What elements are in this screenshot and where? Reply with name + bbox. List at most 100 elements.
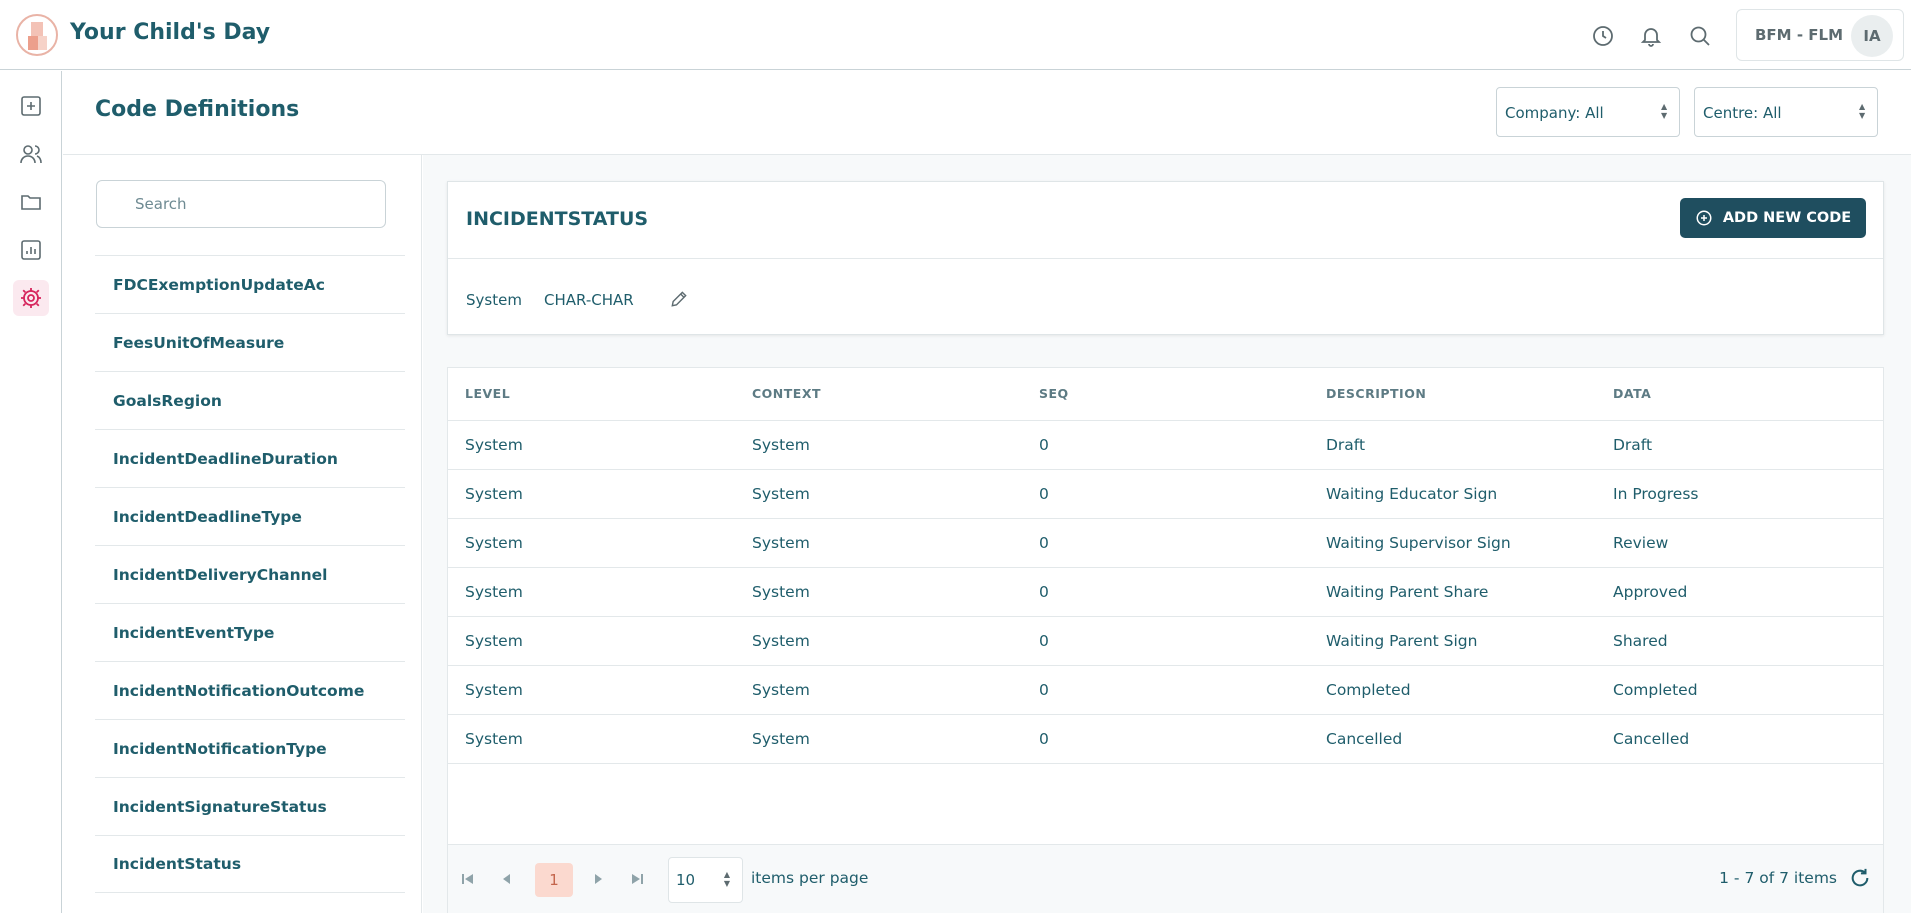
table-row[interactable]: System System 0 Cancelled Cancelled	[448, 714, 1883, 764]
user-menu[interactable]: BFM - FLM IA	[1736, 9, 1904, 61]
centre-filter-value: Centre: All	[1703, 104, 1782, 122]
first-page-icon[interactable]	[456, 867, 480, 891]
plus-circle-icon	[1696, 210, 1712, 226]
page-title: Code Definitions	[95, 97, 300, 122]
table-cell: Waiting Supervisor Sign	[1309, 518, 1596, 568]
code-detail-card: INCIDENTSTATUS ADD NEW CODE System CHAR-…	[447, 181, 1884, 335]
table-cell: Waiting Parent Sign	[1309, 616, 1596, 666]
table-cell: 0	[1022, 714, 1309, 764]
company-filter-select[interactable]: Company: All ▲ ▼	[1496, 87, 1680, 137]
table-cell: Waiting Parent Share	[1309, 567, 1596, 617]
table-row[interactable]: System System 0 Waiting Parent Share Approve…	[448, 567, 1883, 617]
table-cell: Cancelled	[1309, 714, 1596, 764]
table-cell: System	[448, 469, 735, 519]
code-values-table: LEVEL CONTEXT SEQ DESCRIPTION DATA Syste…	[447, 367, 1884, 913]
code-list-item[interactable]: IncidentNotificationType	[95, 719, 405, 777]
page-header: Code Definitions Company: All ▲ ▼ Centre:…	[63, 71, 1911, 155]
add-new-code-label: ADD NEW CODE	[1722, 210, 1852, 226]
clock-icon[interactable]	[1589, 22, 1617, 50]
code-list-item[interactable]: IncidentDeadlineDuration	[95, 429, 405, 487]
table-cell: Review	[1596, 518, 1883, 568]
pencil-edit-icon[interactable]	[668, 288, 690, 310]
table-cell: System	[735, 469, 1022, 519]
search-icon[interactable]	[1686, 22, 1714, 50]
select-arrows-icon: ▲ ▼	[1859, 102, 1866, 120]
code-search-input[interactable]	[96, 180, 386, 228]
company-filter-value: Company: All	[1505, 104, 1604, 122]
code-list: FDCExemptionUpdateAc FeesUnitOfMeasure Goa…	[95, 255, 405, 893]
column-header[interactable]: DESCRIPTION	[1309, 368, 1596, 421]
table-cell: Draft	[1309, 420, 1596, 470]
add-square-icon[interactable]	[13, 88, 49, 124]
last-page-icon[interactable]	[625, 867, 649, 891]
code-list-item[interactable]: IncidentDeadlineType	[95, 487, 405, 545]
table-cell: Completed	[1596, 665, 1883, 715]
table-cell: System	[735, 420, 1022, 470]
table-cell: System	[448, 567, 735, 617]
previous-page-icon[interactable]	[495, 867, 519, 891]
refresh-icon[interactable]	[1847, 865, 1873, 891]
current-page[interactable]: 1	[535, 863, 573, 897]
app-logo[interactable]	[16, 14, 58, 56]
table-row[interactable]: System System 0 Waiting Parent Sign Shared	[448, 616, 1883, 666]
table-cell: System	[448, 714, 735, 764]
table-cell: 0	[1022, 567, 1309, 617]
table-body: System System 0 Draft Draft System System 0 Wait…	[448, 420, 1883, 764]
table-row[interactable]: System System 0 Waiting Educator Sign In Pro…	[448, 469, 1883, 519]
column-header[interactable]: SEQ	[1022, 368, 1309, 421]
add-new-code-button[interactable]: ADD NEW CODE	[1680, 198, 1866, 238]
table-cell: 0	[1022, 420, 1309, 470]
code-title: INCIDENTSTATUS	[466, 208, 649, 230]
table-cell: System	[448, 665, 735, 715]
table-cell: Approved	[1596, 567, 1883, 617]
select-arrows-icon: ▲ ▼	[723, 870, 730, 888]
code-list-panel: FDCExemptionUpdateAcFeesUnitOfMeasureGoa…	[63, 155, 422, 913]
page-size-select[interactable]: 10 ▲ ▼	[668, 857, 743, 903]
table-cell: 0	[1022, 469, 1309, 519]
code-list-item[interactable]: IncidentNotificationOutcome	[95, 661, 405, 719]
table-cell: System	[735, 665, 1022, 715]
page-size-value: 10	[676, 871, 696, 889]
main-content: INCIDENTSTATUS ADD NEW CODE System CHAR-…	[423, 155, 1911, 913]
code-list-item[interactable]: IncidentSignatureStatus	[95, 777, 405, 835]
column-header[interactable]: CONTEXT	[735, 368, 1022, 421]
code-list-item[interactable]: IncidentDeliveryChannel	[95, 545, 405, 603]
table-cell: Waiting Educator Sign	[1309, 469, 1596, 519]
users-icon[interactable]	[13, 136, 49, 172]
table-cell: Cancelled	[1596, 714, 1883, 764]
column-header[interactable]: LEVEL	[448, 368, 735, 421]
user-label: BFM - FLM	[1755, 26, 1844, 44]
page-size-label: items per page	[751, 869, 869, 887]
code-level: System	[466, 291, 522, 309]
table-cell: Shared	[1596, 616, 1883, 666]
table-cell: System	[448, 420, 735, 470]
code-list-item[interactable]: GoalsRegion	[95, 371, 405, 429]
report-chart-icon[interactable]	[13, 232, 49, 268]
table-cell: System	[735, 714, 1022, 764]
code-list-item[interactable]: IncidentStatus	[95, 835, 405, 893]
table-cell: System	[448, 616, 735, 666]
table-cell: System	[735, 518, 1022, 568]
table-cell: System	[735, 567, 1022, 617]
select-arrows-icon: ▲ ▼	[1661, 102, 1668, 120]
bell-icon[interactable]	[1637, 22, 1665, 50]
settings-gear-icon[interactable]	[13, 280, 49, 316]
top-bar: Your Child's Day BFM - FLM IA	[0, 0, 1911, 70]
table-cell: Completed	[1309, 665, 1596, 715]
code-type: CHAR-CHAR	[544, 291, 634, 309]
code-list-item[interactable]: FeesUnitOfMeasure	[95, 313, 405, 371]
folder-icon[interactable]	[13, 184, 49, 220]
column-header[interactable]: DATA	[1596, 368, 1883, 421]
table-row[interactable]: System System 0 Completed Completed	[448, 665, 1883, 715]
pagination-bar: 1 10 ▲ ▼ items per page 1 - 7 of 7 items	[448, 844, 1883, 913]
app-title: Your Child's Day	[70, 20, 271, 45]
left-nav-rail	[0, 71, 62, 913]
code-list-item[interactable]: IncidentEventType	[95, 603, 405, 661]
table-cell: In Progress	[1596, 469, 1883, 519]
next-page-icon[interactable]	[586, 867, 610, 891]
code-list-item[interactable]: FDCExemptionUpdateAc	[95, 255, 405, 313]
centre-filter-select[interactable]: Centre: All ▲ ▼	[1694, 87, 1878, 137]
avatar[interactable]: IA	[1851, 15, 1893, 57]
table-row[interactable]: System System 0 Draft Draft	[448, 420, 1883, 470]
table-row[interactable]: System System 0 Waiting Supervisor Sign Revi…	[448, 518, 1883, 568]
